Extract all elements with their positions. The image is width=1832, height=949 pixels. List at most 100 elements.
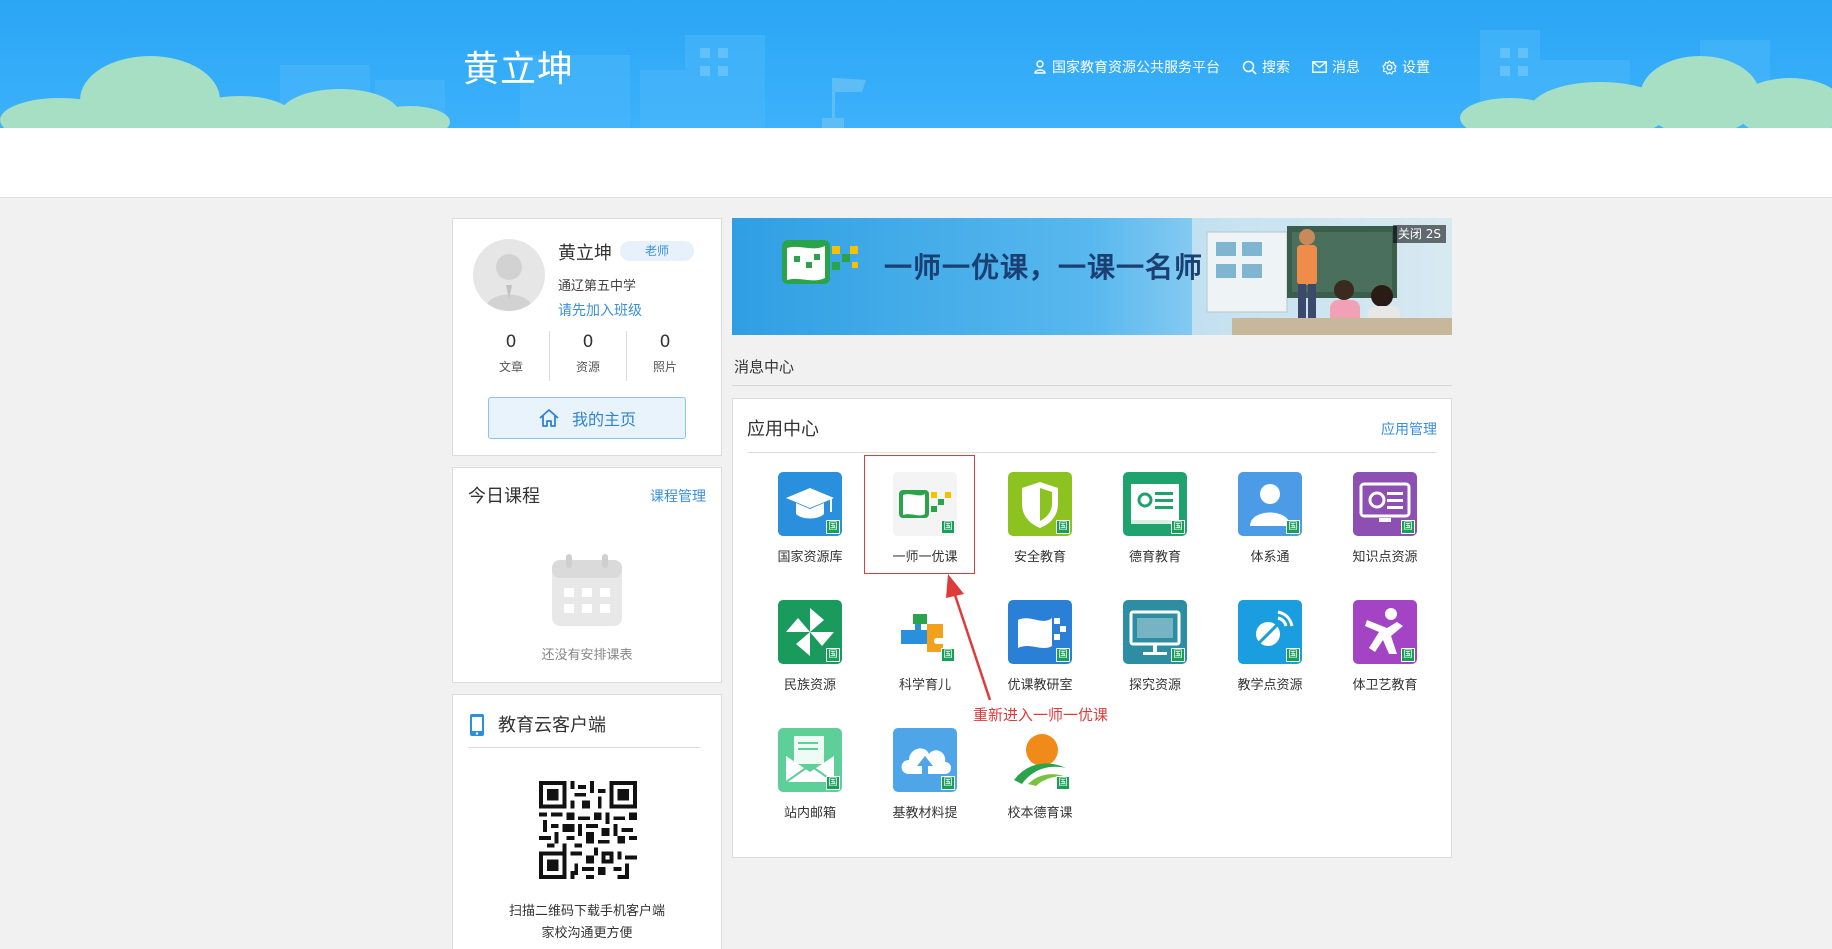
divider — [468, 747, 701, 748]
app-label: 安全教育 — [1013, 550, 1066, 565]
app-tile-cloud-upload[interactable]: 国基教材料提 — [870, 728, 980, 828]
nav-settings-link[interactable]: 设置 — [1382, 57, 1430, 77]
home-icon — [539, 409, 559, 427]
app-label: 国家资源库 — [777, 550, 843, 565]
nav-platform-link[interactable]: 国家教育资源公共服务平台 — [1033, 57, 1220, 77]
site-owner-title: 黄立坤 — [463, 49, 575, 90]
header-decoration — [0, 30, 1832, 128]
nav-messages-label: 消息 — [1332, 60, 1360, 76]
graduation-cap-icon: 国 — [778, 472, 842, 536]
app-tile-envelope[interactable]: 国站内邮箱 — [755, 728, 865, 828]
today-courses-title: 今日课程 — [468, 486, 540, 507]
default-avatar-icon — [485, 254, 533, 311]
app-tile-sun-leaf[interactable]: 国校本德育课 — [985, 728, 1095, 828]
stat-value: 0 — [505, 332, 517, 352]
national-badge: 国 — [826, 648, 840, 662]
app-tile-shield[interactable]: 国安全教育 — [985, 472, 1095, 572]
pinwheel-icon: 国 — [778, 600, 842, 664]
stat-articles[interactable]: 0 文章 — [473, 331, 550, 381]
qr-caption-line2: 家校沟通更方便 — [541, 926, 633, 941]
national-badge: 国 — [1171, 520, 1185, 534]
national-badge: 国 — [1401, 648, 1415, 662]
client-title: 教育云客户端 — [498, 715, 606, 736]
app-label: 探究资源 — [1128, 678, 1181, 693]
role-badge: 老师 — [620, 241, 694, 261]
youke-logo-icon: 国 — [1008, 600, 1072, 664]
sub-navigation-bar — [0, 128, 1832, 198]
national-badge: 国 — [941, 776, 955, 790]
join-class-link[interactable]: 请先加入班级 — [558, 300, 642, 320]
client-download-panel: 教育云客户端 扫描二维码下载手机客户端 家校沟通更方便 — [452, 694, 722, 949]
app-label: 优课教研室 — [1007, 678, 1073, 693]
nav-messages-link[interactable]: 消息 — [1312, 57, 1360, 77]
stat-label: 文章 — [498, 360, 523, 374]
qr-caption-line1: 扫描二维码下载手机客户端 — [508, 904, 665, 919]
annotation-text: 重新进入一师一优课 — [973, 706, 1109, 724]
banner-slogan: 一师一优课，一课一名师 — [884, 251, 1204, 284]
satellite-icon: 国 — [1238, 600, 1302, 664]
app-label: 教学点资源 — [1237, 678, 1303, 693]
national-badge: 国 — [826, 776, 840, 790]
app-tile-satellite[interactable]: 国教学点资源 — [1215, 600, 1325, 700]
national-badge: 国 — [1171, 648, 1185, 662]
envelope-icon: 国 — [778, 728, 842, 792]
banner-close-button[interactable]: 关闭 2S — [1392, 225, 1446, 243]
app-tile-pinwheel[interactable]: 国民族资源 — [755, 600, 865, 700]
app-center-title: 应用中心 — [747, 419, 819, 440]
stat-resources[interactable]: 0 资源 — [550, 331, 627, 381]
stat-value: 0 — [659, 332, 671, 352]
search-icon — [1242, 60, 1257, 75]
profile-stats: 0 文章 0 资源 0 照片 — [473, 331, 703, 381]
stat-label: 照片 — [652, 360, 677, 374]
stat-value: 0 — [582, 332, 594, 352]
national-badge: 国 — [1401, 520, 1415, 534]
divider — [747, 452, 1437, 453]
app-label: 校本德育课 — [1007, 806, 1073, 821]
my-homepage-label: 我的主页 — [571, 410, 636, 429]
app-tile-screen[interactable]: 国探究资源 — [1100, 600, 1210, 700]
figure-icon: 国 — [1353, 600, 1417, 664]
stat-label: 资源 — [575, 360, 600, 374]
national-badge: 国 — [826, 520, 840, 534]
school-name: 通辽第五中学 — [558, 279, 637, 294]
app-label: 体卫艺教育 — [1352, 678, 1418, 693]
today-courses-panel: 今日课程 课程管理 还没有安排课表 — [452, 467, 722, 683]
app-tile-figure[interactable]: 国体卫艺教育 — [1330, 600, 1440, 700]
profile-name: 黄立坤 — [558, 243, 612, 264]
calendar-icon — [552, 554, 622, 626]
monitor-chart-icon: 国 — [1353, 472, 1417, 536]
app-tile-graduation-cap[interactable]: 国国家资源库 — [755, 472, 865, 572]
qr-code[interactable] — [539, 781, 637, 879]
message-center-title[interactable]: 消息中心 — [734, 356, 794, 377]
header-nav: 国家教育资源公共服务平台 搜索 消息 设置 — [1011, 57, 1430, 77]
my-homepage-button[interactable]: 我的主页 — [488, 397, 686, 439]
microscope-board-icon: 国 — [1123, 472, 1187, 536]
profile-card: 黄立坤 老师 通辽第五中学 请先加入班级 0 文章 0 资源 0 照片 我的主页 — [452, 218, 722, 456]
app-tile-youke-logo[interactable]: 国优课教研室 — [985, 600, 1095, 700]
promo-banner[interactable]: 一师一优课，一课一名师 关闭 2S — [732, 218, 1452, 335]
national-badge: 国 — [1056, 648, 1070, 662]
stat-photos[interactable]: 0 照片 — [627, 331, 703, 381]
nav-platform-label: 国家教育资源公共服务平台 — [1052, 60, 1220, 76]
app-tile-microscope-board[interactable]: 国德育教育 — [1100, 472, 1210, 572]
app-label: 德育教育 — [1128, 550, 1181, 565]
divider — [732, 385, 1452, 386]
user-icon — [1034, 60, 1046, 74]
app-label: 站内邮箱 — [783, 806, 836, 821]
screen-icon: 国 — [1123, 600, 1187, 664]
course-manage-link[interactable]: 课程管理 — [650, 486, 706, 506]
app-tile-monitor-chart[interactable]: 国知识点资源 — [1330, 472, 1440, 572]
phone-icon — [470, 714, 484, 736]
app-tile-person[interactable]: 国体系通 — [1215, 472, 1325, 572]
avatar[interactable] — [473, 239, 545, 311]
national-badge: 国 — [1286, 648, 1300, 662]
header-banner: 黄立坤 国家教育资源公共服务平台 搜索 消息 设置 — [0, 0, 1832, 128]
mail-icon — [1312, 61, 1327, 73]
no-schedule-text: 还没有安排课表 — [541, 648, 633, 663]
app-label: 基教材料提 — [892, 806, 958, 821]
app-label: 体系通 — [1250, 550, 1290, 565]
app-manage-link[interactable]: 应用管理 — [1381, 419, 1437, 439]
highlight-box — [864, 455, 975, 574]
person-icon: 国 — [1238, 472, 1302, 536]
nav-search-link[interactable]: 搜索 — [1242, 57, 1290, 77]
